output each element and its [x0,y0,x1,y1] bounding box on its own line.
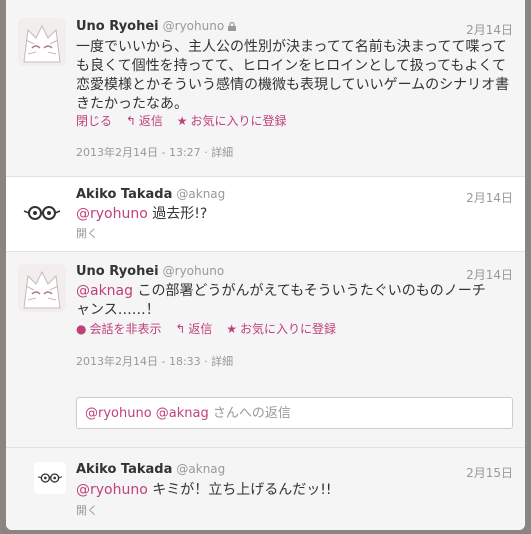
lock-icon [228,22,237,31]
reply-icon: ↰ [175,322,186,336]
reply-button[interactable]: ↰ 返信 [175,322,212,336]
tweet-date[interactable]: 2月14日 [466,189,513,206]
user-avatar[interactable] [18,18,66,66]
user-avatar[interactable] [18,264,66,312]
user-name[interactable]: Akiko Takada @aknag [76,462,225,477]
tweet-item[interactable]: Akiko Takada @aknag 2月14日 @ryohuno 過去形!? … [6,177,525,252]
tweet-date[interactable]: 2月15日 [466,464,513,481]
favorite-button[interactable]: ★ お気に入りに登録 [226,322,336,336]
tweet-text: @ryohuno 過去形!? [76,206,208,222]
user-avatar[interactable] [18,189,66,237]
reply-mentions: @ryohuno @aknag [85,406,209,421]
tweet-timestamp-details[interactable]: 2013年2月14日 - 13:27 · 詳細 [76,144,233,160]
star-icon: ★ [176,114,188,128]
user-avatar[interactable] [34,462,66,494]
hide-conversation-button[interactable]: ● 会話を非表示 [76,322,162,336]
user-name[interactable]: Uno Ryohei @ryohuno [76,19,237,34]
reply-input[interactable]: @ryohuno @aknag さんへの返信 [76,397,513,429]
favorite-button[interactable]: ★ お気に入りに登録 [177,114,287,128]
tweet-timestamp-details[interactable]: 2013年2月14日 - 18:33 · 詳細 [76,353,233,369]
user-handle[interactable]: @aknag [176,462,225,476]
tweet-text: @ryohuno キミが！立ち上げるんだッ!! [76,482,332,498]
reply-button[interactable]: ↰ 返信 [126,114,163,128]
reply-area: @ryohuno @aknag さんへの返信 [6,377,525,448]
user-handle[interactable]: @aknag [176,187,225,201]
user-name[interactable]: Akiko Takada @aknag [76,187,225,202]
open-link[interactable]: 開く [76,502,98,518]
tweet-item[interactable]: Uno Ryohei @ryohuno 2月14日 一度でいいから、主人公の性別が… [6,0,525,177]
user-handle[interactable]: @ryohuno [163,19,225,33]
speech-bubble-icon: ● [76,322,87,336]
user-name[interactable]: Uno Ryohei @ryohuno [76,264,224,279]
mention-link[interactable]: @ryohuno [76,482,148,498]
star-icon: ★ [226,322,237,336]
mention-link[interactable]: @aknag [76,283,133,299]
close-link[interactable]: 閉じる [76,114,112,128]
tweet-text: @aknag この部署どうがんがえてもそういうたぐいのものノーチャンス……！ [76,283,486,318]
tweet-date[interactable]: 2月14日 [466,21,513,38]
conversation-panel: Uno Ryohei @ryohuno 2月14日 一度でいいから、主人公の性別が… [6,0,525,530]
mention-link[interactable]: @ryohuno [76,206,148,222]
tweet-actions: 閉じる ↰ 返信 ★ お気に入りに登録 [76,112,297,129]
reply-icon: ↰ [125,114,136,128]
user-handle[interactable]: @ryohuno [163,264,225,278]
tweet-actions: ● 会話を非表示 ↰ 返信 ★ お気に入りに登録 [76,320,346,337]
tweet-date[interactable]: 2月14日 [466,266,513,283]
tweet-text: 一度でいいから、主人公の性別が決まってて名前も決まってて喋っても良くて個性を持っ… [76,39,510,112]
reply-placeholder: さんへの返信 [208,406,291,421]
tweet-item[interactable]: Uno Ryohei @ryohuno 2月14日 @aknag この部署どうがん… [6,252,525,377]
open-link[interactable]: 開く [76,225,98,241]
tweet-item[interactable]: Akiko Takada @aknag 2月15日 @ryohuno キミが！立ち… [6,448,525,530]
